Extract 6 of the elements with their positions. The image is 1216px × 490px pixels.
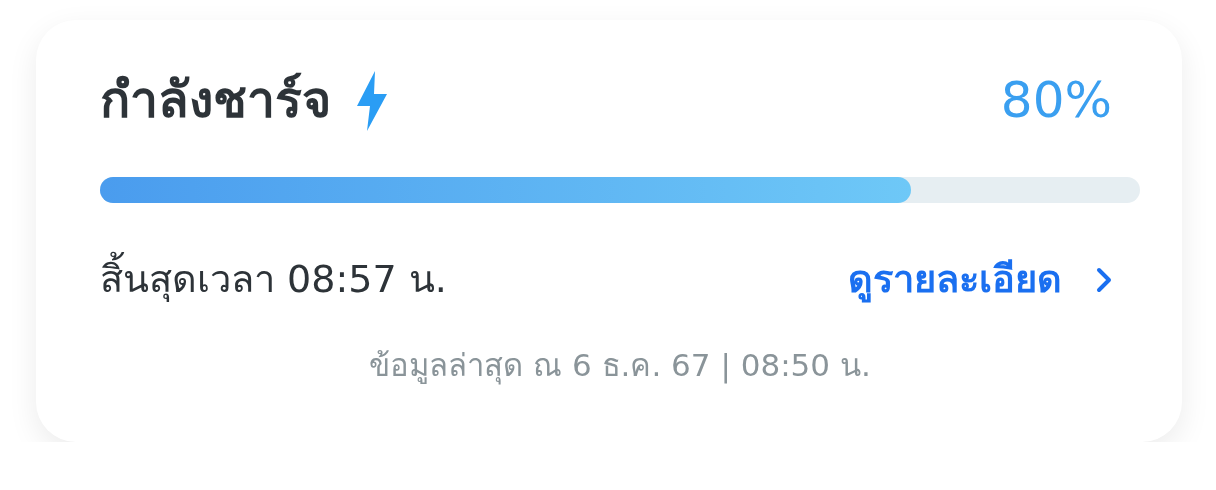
- details-link[interactable]: ดูรายละเอียด: [848, 251, 1112, 308]
- chevron-icon: [1096, 266, 1112, 293]
- charging-title: กำลังชาร์จ: [100, 70, 331, 131]
- end-time: สิ้นสุดเวลา 08:57 น.: [100, 251, 447, 308]
- battery-percent: 80%: [1000, 70, 1112, 131]
- last-updated: ข้อมูลล่าสุด ณ 6 ธ.ค. 67 | 08:50 น.: [369, 347, 871, 383]
